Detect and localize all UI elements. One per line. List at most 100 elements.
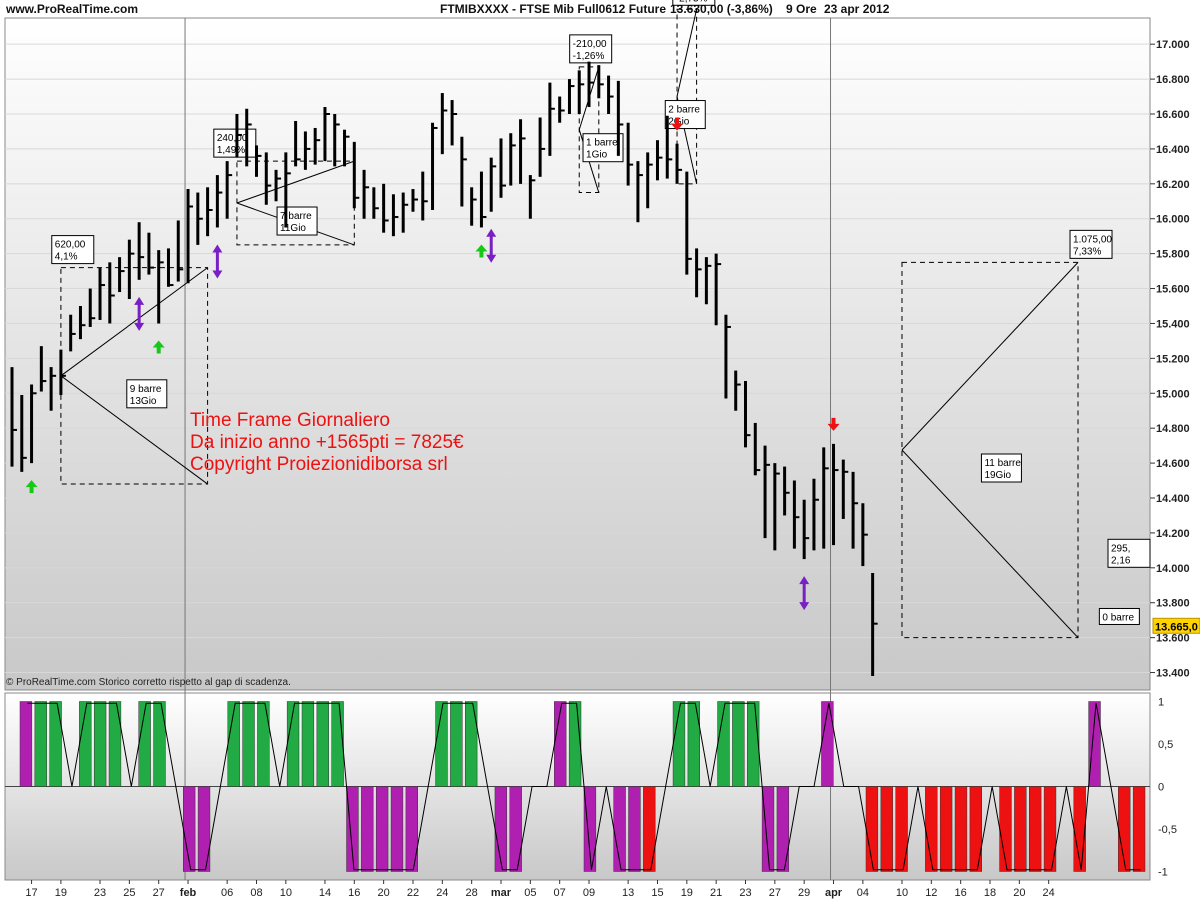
time-tick-label: 24 — [436, 887, 448, 899]
overlay-line-3: Copyright Proiezionidiborsa srl — [190, 454, 448, 475]
time-tick-label: 16 — [955, 887, 967, 899]
time-tick-label: apr — [825, 887, 843, 899]
oscillator-bar — [583, 786, 597, 872]
time-tick-label: 15 — [651, 887, 663, 899]
last-price-label: 13.665,0 — [1155, 621, 1198, 633]
oscillator-bar — [331, 701, 344, 787]
time-tick-label: 10 — [896, 887, 908, 899]
price-tick-label: 15.800 — [1156, 249, 1190, 261]
time-tick-label: 21 — [710, 887, 722, 899]
oscillator-bar — [405, 786, 418, 872]
time-tick-label: 16 — [348, 887, 360, 899]
time-tick-label: feb — [180, 887, 197, 899]
time-tick-label: 05 — [524, 887, 536, 899]
oscillator-tick-label: -1 — [1158, 867, 1168, 879]
projection-days-label: 1Gio — [586, 150, 608, 161]
oscillator-tick-label: 0 — [1158, 782, 1164, 794]
oscillator-bar — [108, 701, 122, 787]
oscillator-bar — [747, 701, 760, 787]
time-tick-label: 07 — [554, 887, 566, 899]
price-tick-label: 16.200 — [1156, 179, 1190, 191]
oscillator-bar — [880, 786, 893, 872]
projection-percent-label: 1,49% — [217, 145, 245, 156]
projection-count-label: 0 barre — [1102, 612, 1134, 623]
time-tick-label: 13 — [622, 887, 634, 899]
oscillator-bar — [49, 701, 62, 787]
overlay-text: Time Frame Giornaliero Da inizio anno +1… — [190, 410, 464, 476]
oscillator-bar — [346, 786, 359, 872]
projection-count-label: 9 barre — [130, 384, 162, 395]
time-tick-label: 17 — [25, 887, 37, 899]
oscillator-bar — [509, 786, 522, 872]
oscillator-bar — [1088, 701, 1101, 787]
projection-value-label: 295, — [1111, 543, 1130, 554]
oscillator-bar — [242, 701, 255, 787]
oscillator-bar — [375, 786, 389, 872]
oscillator-tick-label: 1 — [1158, 697, 1164, 709]
price-tick-label: 16.000 — [1156, 214, 1190, 226]
oscillator-bar — [568, 701, 582, 787]
footer-note: © ProRealTime.com Storico corretto rispe… — [6, 677, 291, 688]
oscillator-bar — [390, 786, 404, 872]
overlay-line-1: Time Frame Giornaliero — [190, 410, 390, 431]
time-tick-label: 18 — [984, 887, 996, 899]
oscillator-bar — [1043, 786, 1057, 872]
price-panel-background — [4, 17, 1151, 691]
projection-value-label: 1.075,00 — [1073, 234, 1112, 245]
oscillator-bar — [19, 701, 33, 787]
oscillator-bar — [1029, 786, 1042, 872]
price-tick-label: 14.400 — [1156, 493, 1190, 505]
oscillator-bar — [1014, 786, 1027, 872]
time-tick-label: 10 — [280, 887, 292, 899]
time-tick-label: 08 — [250, 887, 262, 899]
time-tick-label: 27 — [153, 887, 165, 899]
price-tick-label: 15.000 — [1156, 388, 1190, 400]
price-tick-label: 15.400 — [1156, 318, 1190, 330]
oscillator-bar — [197, 786, 211, 872]
oscillator-bar — [465, 701, 478, 787]
time-tick-label: 25 — [123, 887, 135, 899]
oscillator-bar — [93, 701, 107, 787]
projection-days-label: 11Gio — [280, 223, 306, 234]
oscillator-bar — [1132, 786, 1146, 872]
oscillator-tick-label: -0,5 — [1158, 824, 1177, 836]
oscillator-bar — [628, 786, 641, 872]
oscillator-tick-label: 0,5 — [1158, 739, 1173, 751]
time-tick-label: 06 — [221, 887, 233, 899]
oscillator-bar — [776, 786, 790, 872]
projection-percent-label: 7,33% — [1073, 246, 1101, 257]
oscillator-bar — [643, 786, 656, 872]
oscillator-bar — [732, 701, 745, 787]
time-tick-label: 20 — [1013, 887, 1025, 899]
projection-count-label: 1 barre — [586, 138, 618, 149]
projection-percent-label: 4,1% — [55, 252, 78, 263]
oscillator-bar — [687, 701, 700, 787]
price-tick-label: 13.800 — [1156, 598, 1190, 610]
time-tick-label: 19 — [681, 887, 693, 899]
oscillator-bar — [257, 701, 270, 787]
oscillator-bar — [450, 701, 463, 787]
price-tick-label: 17.000 — [1156, 39, 1190, 51]
oscillator-bar — [153, 701, 166, 787]
projection-days-label: 13Gio — [130, 396, 157, 407]
price-tick-label: 14.800 — [1156, 423, 1190, 435]
price-tick-label: 15.200 — [1156, 353, 1190, 365]
price-tick-label: 15.600 — [1156, 284, 1190, 296]
oscillator-bar — [969, 786, 982, 872]
time-tick-label: 12 — [925, 887, 937, 899]
time-tick-label: 19 — [55, 887, 67, 899]
projection-count-label: 11 barre — [984, 458, 1021, 469]
price-tick-label: 14.000 — [1156, 563, 1190, 575]
price-tick-label: 16.400 — [1156, 144, 1190, 156]
oscillator-bar — [939, 786, 953, 872]
time-tick-label: 22 — [407, 887, 419, 899]
oscillator-bar — [316, 701, 329, 787]
oscillator-bar — [761, 786, 775, 872]
time-tick-label: 29 — [798, 887, 810, 899]
projection-days-label: 19Gio — [984, 470, 1011, 481]
projection-percent-label: -2,73% — [676, 0, 708, 4]
oscillator-bar — [301, 701, 315, 787]
time-tick-label: 14 — [319, 887, 331, 899]
time-tick-label: 09 — [583, 887, 595, 899]
price-tick-label: 13.600 — [1156, 633, 1190, 645]
